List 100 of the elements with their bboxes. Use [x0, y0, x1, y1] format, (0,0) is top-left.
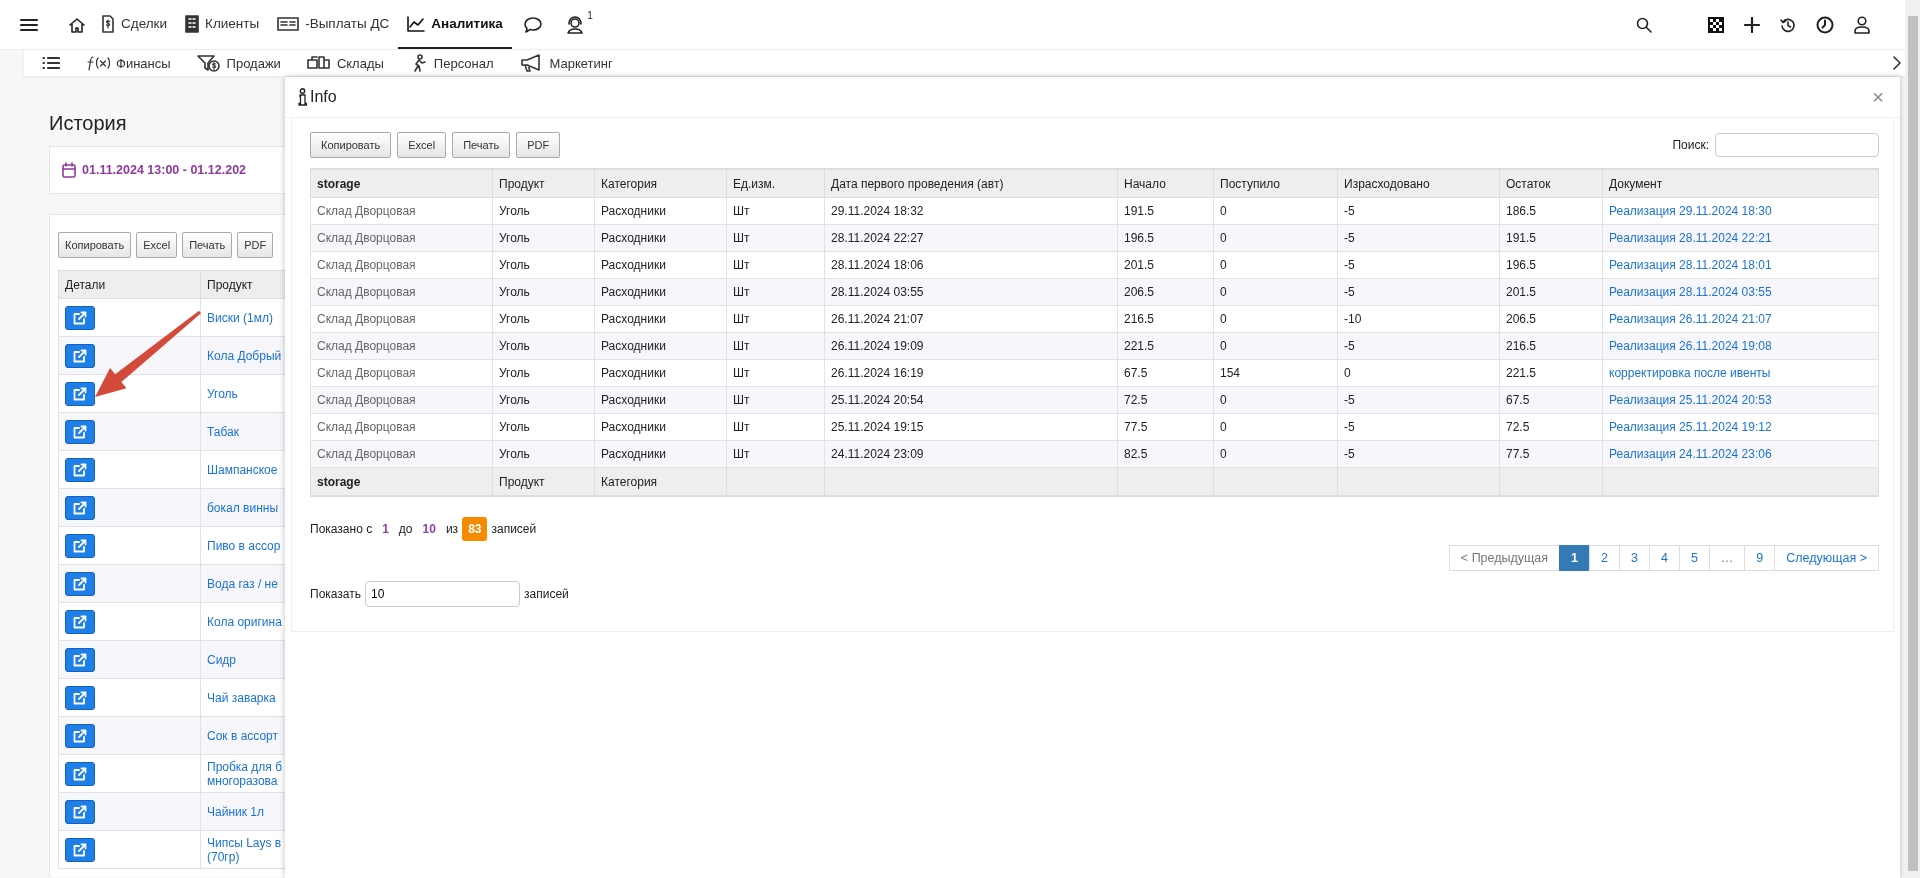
- open-details-button[interactable]: [65, 381, 95, 406]
- column-header[interactable]: Категория: [594, 169, 727, 198]
- search-icon[interactable]: [1636, 16, 1652, 33]
- open-details-button[interactable]: [65, 533, 95, 558]
- table-cell: Шт: [726, 359, 825, 387]
- search-field[interactable]: [1715, 133, 1879, 157]
- open-details-button[interactable]: [65, 761, 95, 786]
- table-cell: 206.5: [1499, 305, 1603, 333]
- column-header[interactable]: Поступило: [1213, 169, 1338, 198]
- calendar-icon: [62, 162, 76, 178]
- export-button[interactable]: PDF: [516, 132, 561, 158]
- open-details-button[interactable]: [65, 419, 95, 444]
- column-header[interactable]: Израсходовано: [1337, 169, 1500, 198]
- external-link-icon: [73, 766, 87, 781]
- column-header[interactable]: Документ: [1602, 169, 1879, 198]
- history-icon[interactable]: [1780, 16, 1796, 33]
- export-button[interactable]: Печать: [182, 232, 233, 258]
- export-button[interactable]: Копировать: [58, 232, 132, 258]
- table-cell: Уголь: [492, 224, 595, 252]
- table-cell: 216.5: [1499, 332, 1603, 360]
- home-icon[interactable]: [68, 16, 86, 33]
- table-cell: Склад Дворцовая: [310, 278, 493, 306]
- external-link-icon: [73, 386, 87, 401]
- export-button[interactable]: Excel: [136, 232, 178, 258]
- plus-icon[interactable]: [1744, 16, 1760, 33]
- page-button[interactable]: 9: [1744, 545, 1776, 571]
- table-cell: 0: [1337, 359, 1500, 387]
- info-text: из: [445, 522, 459, 536]
- table-cell: 191.5: [1499, 224, 1603, 252]
- column-header[interactable]: Остаток: [1499, 169, 1603, 198]
- section-tab[interactable]: Склады: [306, 54, 384, 72]
- external-link-icon: [73, 690, 87, 705]
- page-button[interactable]: 5: [1678, 545, 1710, 571]
- speech-bubble-icon[interactable]: [523, 16, 542, 33]
- open-details-button[interactable]: [65, 799, 95, 824]
- open-details-button[interactable]: [65, 571, 95, 596]
- external-link-icon: [73, 424, 87, 439]
- menu-icon[interactable]: [20, 17, 38, 32]
- column-header[interactable]: Дата первого проведения (авт): [824, 169, 1118, 198]
- open-details-button[interactable]: [65, 723, 95, 748]
- table-cell: Шт: [726, 197, 825, 225]
- section-tab[interactable]: Маркетинг: [519, 54, 613, 72]
- product-link[interactable]: Сидр: [207, 652, 237, 667]
- range-start: 1: [381, 522, 390, 536]
- clock-icon[interactable]: [1816, 15, 1834, 34]
- open-details-button[interactable]: [65, 343, 95, 368]
- export-button[interactable]: Excel: [397, 132, 447, 158]
- table-cell: Расходники: [594, 197, 727, 225]
- table-cell: -5: [1337, 332, 1500, 360]
- notification-count: 1: [587, 9, 593, 21]
- open-details-button[interactable]: [65, 305, 95, 330]
- table-cell: 0: [1213, 278, 1338, 306]
- nav-tab[interactable]: Сделки: [92, 0, 176, 49]
- table-cell: Шт: [726, 413, 825, 441]
- table-cell: 67.5: [1499, 386, 1603, 414]
- table-cell: 72.5: [1499, 413, 1603, 441]
- date-range-picker[interactable]: 01.11.2024 13:00 - 01.12.202: [49, 146, 285, 194]
- section-tab[interactable]: Персонал: [409, 54, 494, 72]
- open-details-button[interactable]: [65, 685, 95, 710]
- table-cell: 0: [1213, 413, 1338, 441]
- column-header[interactable]: Начало: [1117, 169, 1214, 198]
- scrollbar-thumb[interactable]: [1908, 16, 1918, 871]
- nav-tab[interactable]: -Выплаты ДС: [268, 0, 399, 49]
- table-cell: Уголь: [492, 251, 595, 279]
- section-tab[interactable]: Финансы: [86, 55, 171, 71]
- user-icon[interactable]: [1854, 15, 1870, 34]
- product-link[interactable]: Уголь: [207, 386, 238, 401]
- table-cell: Склад Дворцовая: [310, 197, 493, 225]
- open-details-button[interactable]: [65, 457, 95, 482]
- column-header[interactable]: storage: [310, 169, 493, 198]
- section-tab[interactable]: Продажи: [196, 54, 281, 72]
- export-button[interactable]: Копировать: [310, 132, 392, 158]
- product-link[interactable]: Табак: [207, 424, 239, 439]
- table-cell: 0: [1213, 332, 1338, 360]
- page-size-field[interactable]: 10: [365, 581, 520, 607]
- checkered-flag-icon[interactable]: [1708, 16, 1724, 33]
- page-button[interactable]: 1: [1559, 545, 1591, 571]
- table-cell: 26.11.2024 21:07: [824, 305, 1118, 333]
- table-cell: Расходники: [594, 251, 727, 279]
- nav-tab[interactable]: Клиенты: [176, 0, 269, 49]
- export-button[interactable]: Печать: [452, 132, 511, 158]
- headset-person-icon[interactable]: [565, 15, 584, 34]
- external-link-icon: [73, 804, 87, 819]
- chevron-right-icon[interactable]: [1892, 56, 1902, 70]
- close-button[interactable]: ×: [1868, 85, 1888, 109]
- column-header[interactable]: Продукт: [492, 169, 595, 198]
- export-button[interactable]: PDF: [237, 232, 274, 258]
- table-cell: Уголь: [492, 440, 595, 468]
- page-button[interactable]: Следующая >: [1774, 545, 1879, 571]
- page-button[interactable]: 3: [1619, 545, 1650, 571]
- page-button[interactable]: 2: [1589, 545, 1620, 571]
- open-details-button[interactable]: [65, 647, 95, 672]
- open-details-button[interactable]: [65, 495, 95, 520]
- table-cell: -5: [1337, 440, 1500, 468]
- list-icon[interactable]: [42, 56, 60, 70]
- column-header[interactable]: Ед.изм.: [726, 169, 825, 198]
- page-button[interactable]: 4: [1648, 545, 1680, 571]
- open-details-button[interactable]: [65, 609, 95, 634]
- table-cell: Расходники: [594, 386, 727, 414]
- open-details-button[interactable]: [65, 837, 95, 862]
